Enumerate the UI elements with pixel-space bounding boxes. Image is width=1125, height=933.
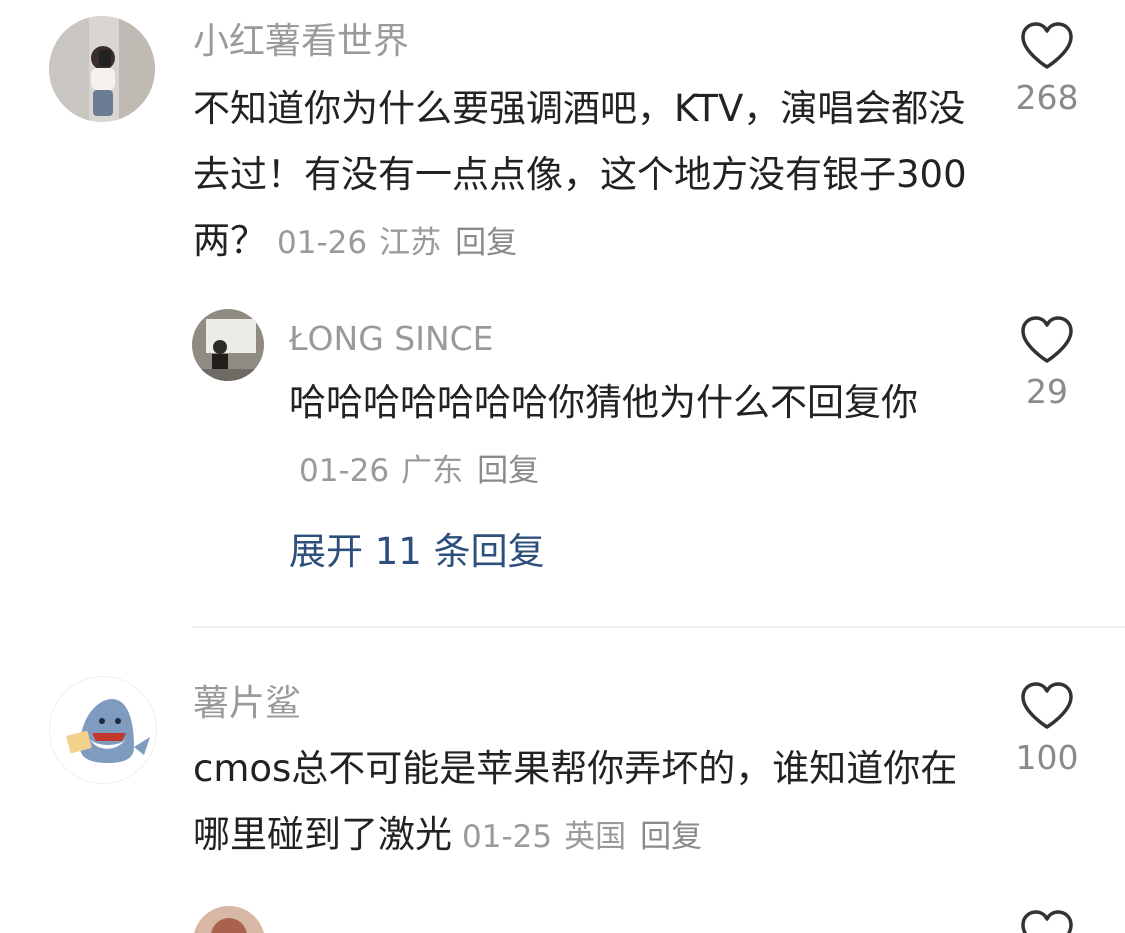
comment-text: 哈哈哈哈哈哈哈你猜他为什么不回复你 01-26 广东 回复: [289, 370, 959, 504]
reply-button[interactable]: 回复: [455, 225, 517, 261]
heart-icon: [1021, 22, 1073, 69]
comment-text: cmos总不可能是苹果帮你弄坏的，谁知道你在哪里碰到了激光 01-25 英国 回复: [193, 736, 968, 870]
comment-date: 01-26: [277, 225, 368, 261]
comment: 小红薯看世界 不知道你为什么要强调酒吧，KTV，演唱会都没去过！有没有一点点像，…: [0, 0, 1125, 280]
like-count: 268: [1015, 78, 1079, 117]
like-count: 100: [1015, 738, 1079, 777]
user-avatar-photo-icon: [192, 309, 264, 381]
username[interactable]: 小红薯看世界: [193, 19, 409, 65]
avatar[interactable]: [49, 16, 155, 122]
like-button[interactable]: 268: [992, 22, 1102, 118]
avatar[interactable]: [192, 309, 264, 381]
comment-region: 英国: [564, 819, 627, 855]
reply-button[interactable]: 回复: [640, 819, 702, 855]
like-button[interactable]: 29: [992, 316, 1102, 412]
comment-date: 01-25: [462, 819, 553, 855]
heart-icon: [1021, 316, 1073, 363]
comment-body: 哈哈哈哈哈哈哈你猜他为什么不回复你: [289, 381, 918, 424]
shark-avatar-icon: [50, 677, 156, 783]
like-button[interactable]: 100: [992, 682, 1102, 778]
like-count: 29: [1026, 372, 1068, 411]
username[interactable]: ŁONG SINCE: [289, 316, 494, 362]
username[interactable]: 薯片鲨: [193, 681, 301, 727]
avatar[interactable]: [49, 676, 157, 784]
comment-meta: 01-25 英国 回复: [462, 819, 702, 855]
user-avatar-photo-icon: [193, 906, 265, 933]
reply-button[interactable]: 回复: [477, 453, 539, 489]
divider: [193, 626, 1125, 628]
comment-date: 01-26: [299, 453, 390, 489]
expand-replies-button[interactable]: 展开 11 条回复: [289, 529, 545, 575]
comment-region: 广东: [401, 453, 464, 489]
user-avatar-photo-icon: [49, 16, 155, 122]
comment-text: 不知道你为什么要强调酒吧，KTV，演唱会都没去过！有没有一点点像，这个地方没有银…: [193, 76, 968, 276]
comment: 薯片鲨 cmos总不可能是苹果帮你弄坏的，谁知道你在哪里碰到了激光 01-25 英国…: [0, 660, 1125, 890]
heart-icon: [1021, 910, 1073, 933]
heart-icon: [1021, 682, 1073, 729]
reply-comment: ŁONG SINCE 哈哈哈哈哈哈哈你猜他为什么不回复你 01-26 广东 回复 29: [0, 300, 1125, 520]
like-button[interactable]: [992, 910, 1102, 933]
avatar[interactable]: [193, 906, 265, 933]
comment-meta: 01-26 广东 回复: [299, 453, 539, 489]
comment-partial: [0, 900, 1125, 933]
comment-region: 江苏: [379, 225, 442, 261]
comment-meta: 01-26 江苏 回复: [277, 225, 517, 261]
